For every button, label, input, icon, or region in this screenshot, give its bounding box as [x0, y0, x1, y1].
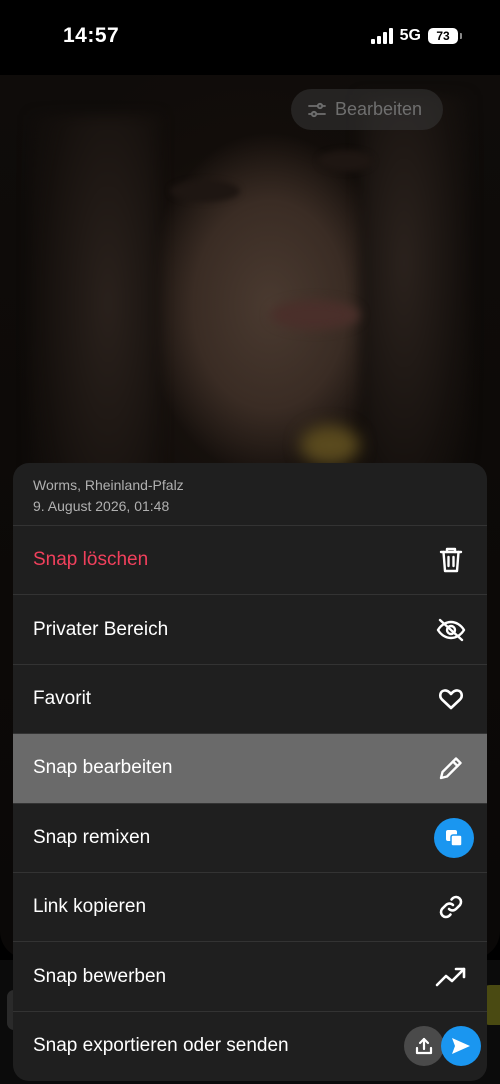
menu-item-remix-snap[interactable]: Snap remixen [13, 804, 487, 873]
menu-item-label: Link kopieren [33, 896, 147, 918]
menu-item-copy-link[interactable]: Link kopieren [13, 873, 487, 943]
menu-item-edit-snap[interactable]: Snap bearbeiten [13, 734, 487, 804]
send-icon[interactable] [441, 1026, 481, 1067]
status-icons: 5G 73 [370, 27, 462, 45]
sheet-header: Worms, Rheinland-Pfalz 9. August 2026, 0… [13, 463, 487, 526]
menu-item-delete-snap[interactable]: Snap löschen [13, 526, 487, 596]
trending-up-icon [435, 961, 467, 993]
heart-icon [435, 683, 467, 715]
menu-item-label: Favorit [33, 687, 92, 709]
snap-date: 9. August 2026, 01:48 [33, 498, 170, 514]
pencil-icon [435, 752, 467, 784]
menu-item-label: Snap bewerben [33, 965, 167, 987]
eye-off-icon [435, 614, 467, 646]
link-icon [435, 891, 467, 923]
status-bar: 14:57 5G 73 [0, 0, 500, 75]
menu-item-private-area[interactable]: Privater Bereich [13, 595, 487, 665]
export-icon[interactable] [404, 1026, 444, 1067]
edit-chip-button[interactable]: Bearbeiten [291, 89, 443, 130]
menu-item-favorite[interactable]: Favorit [13, 665, 487, 735]
trash-icon [435, 544, 467, 576]
battery-icon: 73 [428, 28, 462, 44]
network-type: 5G [399, 27, 421, 44]
signal-icon [370, 28, 393, 44]
menu-item-export-or-send[interactable]: Snap exportieren oder senden [13, 1012, 487, 1081]
snap-location: Worms, Rheinland-Pfalz [33, 477, 184, 493]
menu-item-label: Snap löschen [33, 549, 149, 571]
remix-icon [434, 817, 474, 858]
menu-item-label: Snap exportieren oder senden [33, 1035, 289, 1057]
menu-item-label: Snap remixen [33, 826, 151, 848]
sliders-icon [308, 102, 326, 117]
action-sheet: Worms, Rheinland-Pfalz 9. August 2026, 0… [13, 463, 487, 1081]
menu-item-promote-snap[interactable]: Snap bewerben [13, 942, 487, 1012]
menu-item-label: Snap bearbeiten [33, 757, 173, 779]
export-send-icons [404, 1026, 481, 1067]
edit-chip-label: Bearbeiten [335, 99, 423, 119]
menu-item-label: Privater Bereich [33, 618, 169, 640]
status-time: 14:57 [63, 24, 120, 47]
